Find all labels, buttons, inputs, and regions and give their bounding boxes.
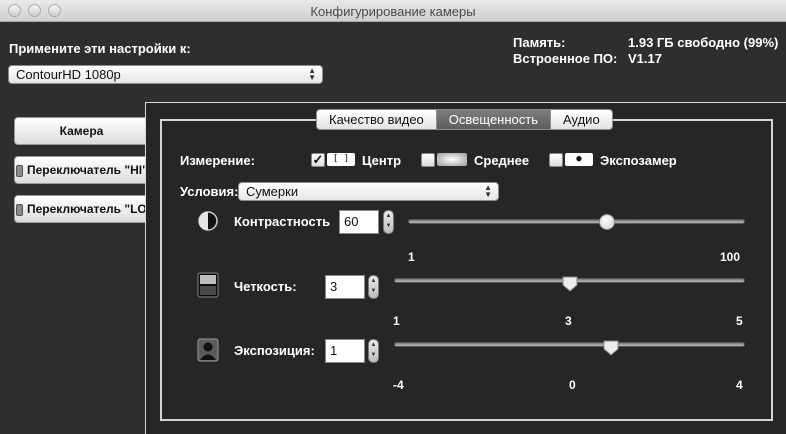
contrast-max-label: 100 — [720, 250, 741, 264]
metering-center-label: Центр — [362, 153, 402, 168]
center-weighted-icon: [ ] — [327, 153, 355, 166]
metering-average-checkbox[interactable] — [421, 153, 435, 167]
sharpness-slider-knob[interactable] — [562, 276, 578, 292]
device-select-value: ContourHD 1080p — [16, 67, 121, 82]
exposure-slider-track[interactable] — [394, 342, 745, 347]
tab-lighting[interactable]: Освещенность — [436, 109, 551, 130]
contrast-icon — [198, 211, 218, 231]
contrast-value-field[interactable]: 60 — [339, 210, 379, 234]
sharpness-icon — [197, 272, 219, 298]
sharpness-value-field[interactable]: 3 — [325, 275, 365, 299]
contrast-stepper[interactable]: ▲ ▼ — [383, 210, 394, 234]
exposure-max-label: 4 — [736, 378, 743, 392]
sharpness-min-label: 1 — [393, 314, 400, 328]
exposure-person-icon — [197, 338, 219, 362]
conditions-label: Условия: — [180, 184, 239, 199]
sidebar-item-label: Переключатель "LO" — [27, 202, 149, 216]
spot-meter-icon: ● — [565, 153, 593, 166]
sharpness-stepper[interactable]: ▲ ▼ — [368, 275, 379, 299]
average-meter-icon — [437, 153, 467, 166]
sharpness-max-label: 5 — [736, 314, 743, 328]
sidebar-item-label: Переключатель "HI" — [27, 163, 148, 177]
checkmark-icon: ✓ — [312, 152, 324, 167]
tab-video-quality[interactable]: Качество видео — [316, 109, 437, 130]
device-select[interactable]: ContourHD 1080p ▲ ▼ — [8, 65, 323, 84]
conditions-select[interactable]: Сумерки ▲ ▼ — [238, 182, 499, 201]
sidebar-item-lo-switch[interactable]: Переключатель "LO" — [14, 195, 149, 223]
tab-audio[interactable]: Аудио — [551, 109, 613, 130]
sidebar-item-camera[interactable]: Камера — [14, 117, 149, 145]
sidebar-item-label: Камера — [59, 124, 104, 138]
switch-icon — [16, 203, 23, 216]
switch-icon — [16, 164, 23, 177]
metering-label: Измерение: — [180, 153, 255, 168]
sidebar-item-hi-switch[interactable]: Переключатель "HI" — [14, 156, 149, 184]
memory-label: Память: — [513, 35, 566, 50]
exposure-mid-label: 0 — [569, 378, 576, 392]
window-title: Конфигурирование камеры — [310, 4, 476, 19]
contrast-slider-track[interactable] — [408, 219, 745, 224]
metering-spot-checkbox[interactable] — [549, 153, 563, 167]
apply-settings-label: Примените эти настройки к: — [9, 41, 191, 56]
firmware-value: V1.17 — [628, 51, 662, 66]
metering-average-label: Среднее — [474, 153, 530, 168]
sharpness-label: Четкость: — [234, 279, 297, 294]
select-arrows-icon: ▲ ▼ — [308, 66, 316, 82]
select-arrows-icon: ▲ ▼ — [484, 183, 492, 199]
exposure-label: Экспозиция: — [234, 343, 315, 358]
metering-center-checkbox[interactable]: ✓ — [311, 153, 325, 167]
exposure-slider-knob[interactable] — [603, 340, 619, 356]
exposure-min-label: -4 — [393, 378, 404, 392]
contrast-min-label: 1 — [408, 250, 415, 264]
exposure-value-field[interactable]: 1 — [325, 339, 365, 363]
title-bar: Конфигурирование камеры — [0, 0, 786, 22]
firmware-label: Встроенное ПО: — [513, 51, 618, 66]
conditions-select-value: Сумерки — [246, 184, 299, 199]
memory-value: 1.93 ГБ свободно (99%) — [628, 35, 779, 50]
sharpness-mid-label: 3 — [565, 314, 572, 328]
exposure-stepper[interactable]: ▲ ▼ — [368, 339, 379, 363]
contrast-label: Контрастность — [234, 214, 331, 229]
settings-tabs: Качество видео Освещенность Аудио — [316, 109, 613, 130]
metering-spot-label: Экспозамер — [600, 153, 677, 168]
